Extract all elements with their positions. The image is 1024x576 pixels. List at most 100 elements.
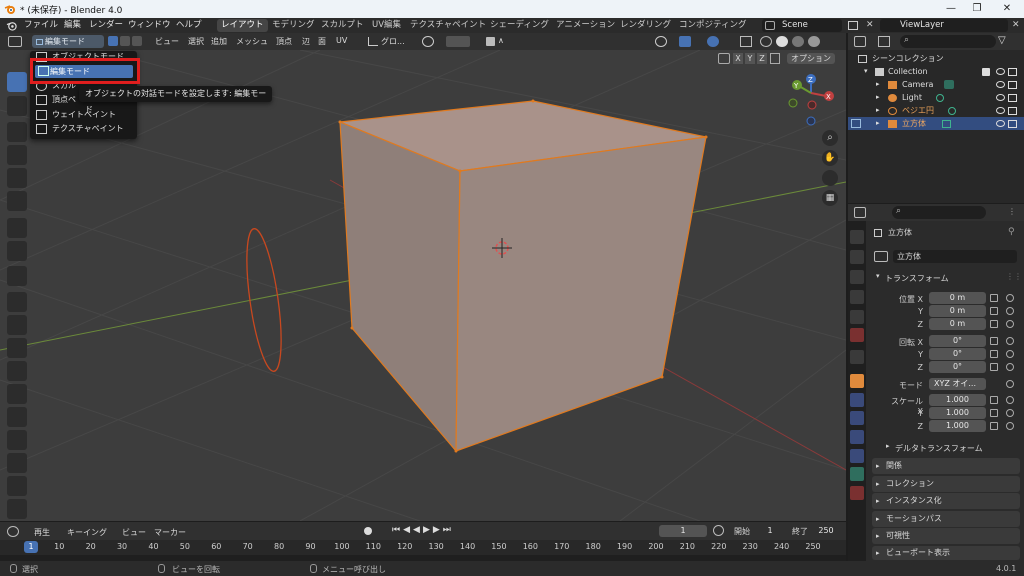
lock-icon[interactable] <box>990 396 998 404</box>
navigation-gizmo[interactable]: Z X Y <box>788 74 834 126</box>
lock-icon[interactable] <box>990 363 998 371</box>
drag-handle-icon[interactable]: ⋮⋮ <box>1006 272 1022 281</box>
lock-icon[interactable] <box>990 320 998 328</box>
outliner-search-input[interactable] <box>900 35 996 48</box>
menu-render[interactable]: レンダー <box>89 19 123 32</box>
checkbox-icon[interactable] <box>982 68 990 76</box>
menu-item-vertex-paint[interactable]: 頂点ペ <box>36 94 76 106</box>
rotation-y-field[interactable]: 0° <box>929 348 986 360</box>
delete-viewlayer-icon[interactable]: ✕ <box>1012 20 1020 30</box>
collapse-arrow-icon[interactable]: ▾ <box>876 272 880 280</box>
minimize-icon[interactable]: — <box>944 2 958 16</box>
menu-timeline-view[interactable]: ビュー <box>122 527 146 538</box>
viewlayer-selector[interactable]: ViewLayer <box>880 19 1008 32</box>
new-scene-icon[interactable] <box>848 21 858 30</box>
lock-icon[interactable] <box>990 409 998 417</box>
zoom-icon[interactable]: ⌕ <box>822 130 838 146</box>
constraints-tab-icon[interactable] <box>850 449 864 463</box>
keyframe-dot-icon[interactable] <box>1006 409 1014 417</box>
cube-object[interactable] <box>338 99 708 453</box>
display-mode-icon[interactable] <box>878 36 890 47</box>
outliner-row-camera[interactable]: ▸ Camera <box>848 78 1024 91</box>
bevel-tool-icon[interactable] <box>7 338 27 358</box>
location-z-field[interactable]: 0 m <box>929 318 986 330</box>
options-icon[interactable]: ⋮ <box>1008 207 1016 216</box>
maximize-icon[interactable]: ❐ <box>970 2 984 16</box>
physics-tab-icon[interactable] <box>850 430 864 444</box>
menu-file[interactable]: ファイル <box>24 19 58 32</box>
location-y-field[interactable]: 0 m <box>929 305 986 317</box>
panel-collections[interactable]: コレクション <box>872 476 1020 492</box>
menu-view[interactable]: ビュー <box>155 36 179 47</box>
camera-render-icon[interactable] <box>1008 81 1017 89</box>
outliner-row-collection[interactable]: ▾ Collection <box>848 65 1024 78</box>
bezier-circle-object[interactable] <box>240 227 288 373</box>
keyframe-dot-icon[interactable] <box>1006 294 1014 302</box>
expand-arrow-icon[interactable]: ▸ <box>876 515 880 523</box>
keyframe-dot-icon[interactable] <box>1006 422 1014 430</box>
perspective-grid-icon[interactable]: ▦ <box>822 190 838 206</box>
camera-render-icon[interactable] <box>1008 120 1017 128</box>
keyframe-dot-icon[interactable] <box>1006 337 1014 345</box>
expand-arrow-icon[interactable]: ▸ <box>876 78 880 91</box>
topology-icon[interactable] <box>770 53 780 64</box>
current-frame-field[interactable]: 1 <box>659 525 707 537</box>
data-tab-icon[interactable] <box>850 467 864 481</box>
tab-layout[interactable]: レイアウト <box>217 19 268 32</box>
shading-rendered-icon[interactable] <box>808 36 820 47</box>
rotation-z-field[interactable]: 0° <box>929 361 986 373</box>
material-tab-icon[interactable] <box>850 486 864 500</box>
lock-icon[interactable] <box>990 422 998 430</box>
edge-slide-tool-icon[interactable] <box>7 476 27 496</box>
camera-render-icon[interactable] <box>1008 68 1017 76</box>
proportional-edit-icon[interactable] <box>486 37 495 46</box>
close-icon[interactable]: ✕ <box>1000 2 1014 16</box>
scale-z-field[interactable]: 1.000 <box>929 420 986 432</box>
properties-search-input[interactable] <box>892 206 986 219</box>
panel-visibility[interactable]: 可視性 <box>872 528 1020 544</box>
filter-icon[interactable]: ▽ <box>998 35 1006 46</box>
tab-animation[interactable]: アニメーション <box>552 19 619 32</box>
scale-tool-icon[interactable] <box>7 168 27 188</box>
menu-help[interactable]: ヘルプ <box>176 19 202 32</box>
world-tab-icon[interactable] <box>850 328 864 342</box>
extrude-tool-icon[interactable] <box>7 292 27 312</box>
output-tab-icon[interactable] <box>850 270 864 284</box>
menu-edit[interactable]: 編集 <box>64 19 81 32</box>
menu-item-texture-paint[interactable]: テクスチャペイント <box>36 123 124 135</box>
panel-instancing[interactable]: インスタンス化 <box>872 493 1020 509</box>
tab-rendering[interactable]: レンダリング <box>616 19 675 32</box>
pivot-icon[interactable] <box>422 36 434 47</box>
spin-tool-icon[interactable] <box>7 430 27 450</box>
rotation-x-field[interactable]: 0° <box>929 335 986 347</box>
vertex-select-icon[interactable] <box>108 36 118 46</box>
menu-keying[interactable]: キーイング <box>67 527 107 538</box>
measure-tool-icon[interactable] <box>7 241 27 261</box>
tab-texture-paint[interactable]: テクスチャペイント <box>406 19 490 32</box>
shrink-fatten-tool-icon[interactable] <box>7 499 27 519</box>
menu-item-weight-paint[interactable]: ウェイトペイント <box>36 109 116 121</box>
eye-icon[interactable] <box>996 94 1005 101</box>
menu-edge[interactable]: 辺 <box>302 36 310 47</box>
outliner-row-light[interactable]: ▸ Light <box>848 91 1024 104</box>
delta-transform-subpanel[interactable]: デルタトランスフォーム <box>895 443 983 454</box>
menu-window[interactable]: ウィンドウ <box>128 19 171 32</box>
scale-x-field[interactable]: 1.000 <box>929 394 986 406</box>
transform-tool-icon[interactable] <box>7 191 27 211</box>
transform-panel-title[interactable]: トランスフォーム <box>885 273 949 284</box>
mirror-z-toggle[interactable]: Z <box>757 53 767 64</box>
outliner-row-scene-collection[interactable]: シーンコレクション <box>848 52 1024 65</box>
loop-cut-tool-icon[interactable] <box>7 361 27 381</box>
expand-arrow-icon[interactable]: ▸ <box>876 91 880 104</box>
panel-relations[interactable]: 関係 <box>872 458 1020 474</box>
mirror-x-toggle[interactable]: X <box>733 53 743 64</box>
lock-icon[interactable] <box>990 294 998 302</box>
end-frame-field[interactable]: 250 <box>814 525 838 537</box>
outliner-row-cube[interactable]: ▸ 立方体 <box>848 117 1024 130</box>
object-type-selector[interactable] <box>874 251 888 262</box>
expand-arrow-icon[interactable]: ▸ <box>886 442 890 450</box>
eye-icon[interactable] <box>996 107 1005 114</box>
pan-hand-icon[interactable]: ✋ <box>822 150 838 166</box>
properties-type-icon[interactable] <box>854 207 866 218</box>
menu-mesh[interactable]: メッシュ <box>236 36 268 47</box>
